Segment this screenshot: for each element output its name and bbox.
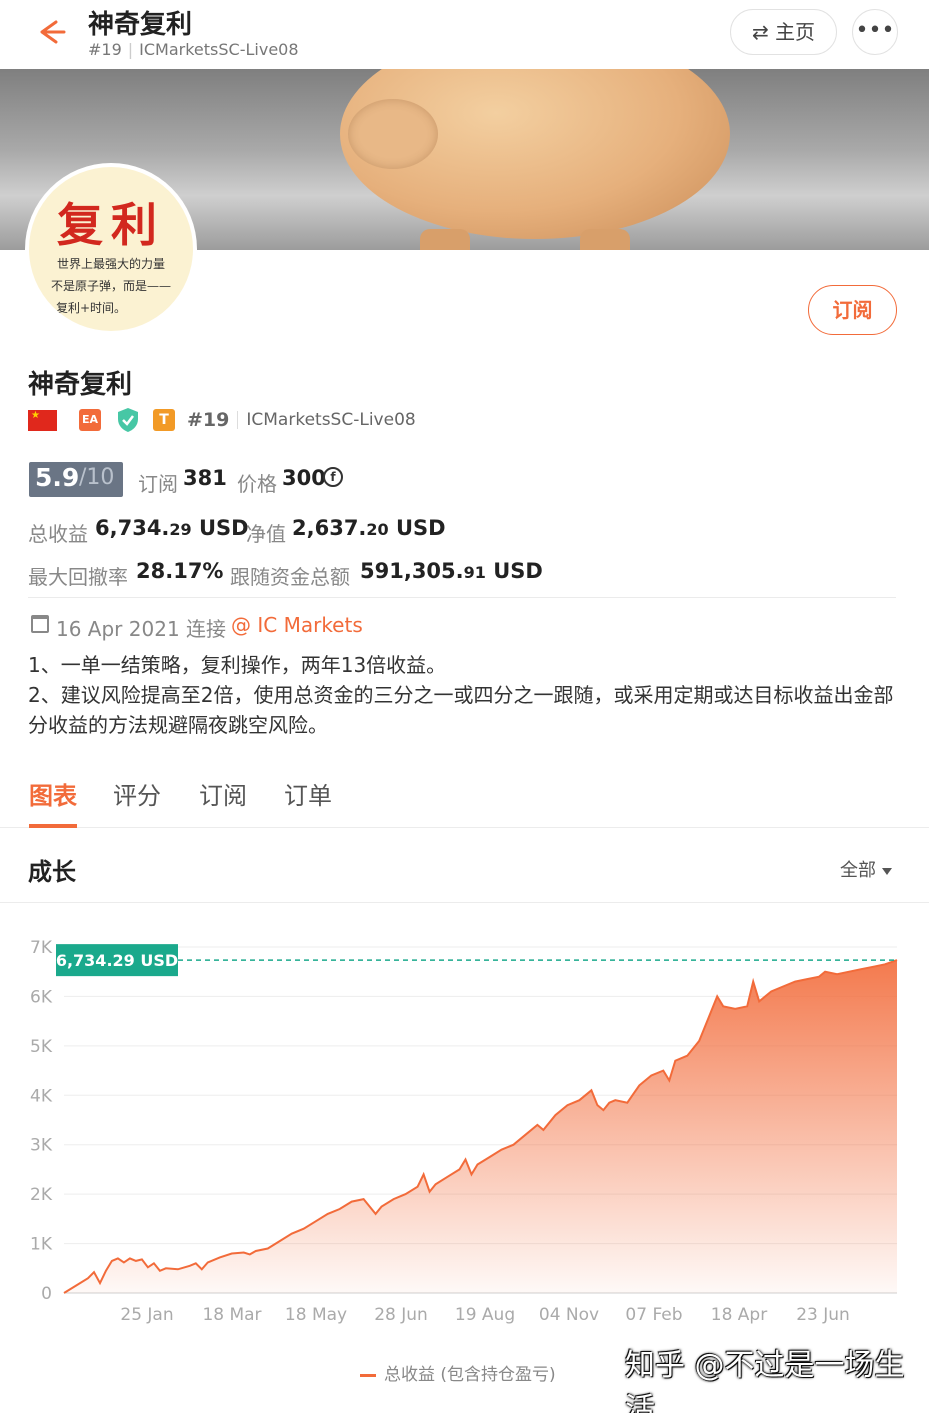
badges-row: ★ EA T #19 ICMarketsSC-Live08 xyxy=(28,406,416,434)
ea-badge: EA xyxy=(79,409,101,431)
subscribe-count-value: 381 xyxy=(183,466,227,490)
y-tick-label: 2K xyxy=(30,1185,53,1205)
follow-funds-value: 591,305.91 USD xyxy=(360,559,543,583)
signal-name: 神奇复利 xyxy=(28,370,133,400)
divider xyxy=(237,411,239,429)
series-area xyxy=(64,960,897,1293)
server-name: ICMarketsSC-Live08 xyxy=(246,410,416,430)
active-tab-indicator xyxy=(29,824,77,828)
back-arrow-icon[interactable] xyxy=(34,14,70,50)
total-profit-label: 总收益 xyxy=(28,522,88,546)
y-tick-label: 5K xyxy=(30,1037,53,1057)
page-title: 神奇复利 xyxy=(88,10,193,40)
rank-text: #19 xyxy=(88,40,122,59)
avatar-line: 世界上最强大的力量 xyxy=(56,257,165,271)
x-tick-label: 19 Aug xyxy=(455,1305,515,1325)
score-value: 5.9 xyxy=(35,463,80,492)
t-badge: T xyxy=(153,409,175,431)
tab-subscribe[interactable]: 订阅 xyxy=(199,776,247,811)
subscribe-count-label: 订阅 xyxy=(138,472,178,496)
more-options-button[interactable]: ••• xyxy=(852,9,898,55)
strategy-description: 1、一单一结策略，复利操作，两年13倍收益。 2、建议风险提高至2倍，使用总资金… xyxy=(28,650,903,740)
chart-legend: 总收益 (包含持仓盈亏) xyxy=(360,1360,556,1385)
more-icon: ••• xyxy=(855,18,895,43)
piggy-leg xyxy=(420,229,470,250)
home-button[interactable]: ⇄ 主页 xyxy=(730,9,837,55)
coin-icon: f xyxy=(323,467,343,487)
tab-chart[interactable]: 图表 xyxy=(29,776,77,811)
y-tick-label: 4K xyxy=(30,1086,53,1106)
tab-orders[interactable]: 订单 xyxy=(284,776,332,811)
price-label: 价格 xyxy=(237,472,277,496)
score-badge: 5.9 /10 xyxy=(29,462,123,497)
description-line: 2、建议风险提高至2倍，使用总资金的三分之一或四分之一跟随，或采用定期或达目标收… xyxy=(28,683,894,737)
max-drawdown-label: 最大回撤率 xyxy=(28,565,128,589)
x-tick-label: 18 May xyxy=(285,1305,347,1325)
y-tick-label: 0 xyxy=(41,1284,52,1304)
piggy-snout xyxy=(348,99,438,169)
total-profit-value: 6,734.29 USD xyxy=(95,516,249,540)
watermark: 知乎 @不过是一场生活 xyxy=(625,1348,905,1413)
equity-label: 净值 xyxy=(246,522,286,546)
top-bar: 神奇复利 #19 | ICMarketsSC-Live08 ⇄ 主页 ••• xyxy=(0,0,929,69)
avatar: 复利 世界上最强大的力量 不是原子弹，而是—— 复利+时间。 xyxy=(25,163,197,335)
x-tick-label: 28 Jun xyxy=(374,1305,428,1325)
home-button-label: 主页 xyxy=(775,20,816,44)
switch-icon: ⇄ xyxy=(751,20,769,44)
y-tick-label: 3K xyxy=(30,1136,53,1156)
follow-funds-label: 跟随资金总额 xyxy=(230,565,350,589)
x-tick-label: 07 Feb xyxy=(625,1305,682,1325)
x-tick-label: 18 Apr xyxy=(711,1305,767,1325)
subscribe-button[interactable]: 订阅 xyxy=(808,285,897,335)
caret-down-icon xyxy=(882,867,892,875)
broker-link[interactable]: @ IC Markets xyxy=(231,613,363,637)
max-drawdown-value: 28.17% xyxy=(136,559,224,583)
avatar-line: 不是原子弹，而是—— xyxy=(50,279,171,293)
growth-chart: 0 1K 2K 3K 4K 5K 6K 7K 25 Jan 18 Mar 18 May 28 Jun 1… xyxy=(30,938,898,1325)
divider xyxy=(0,902,929,903)
rank-badge: #19 xyxy=(187,409,230,431)
y-tick-label: 1K xyxy=(30,1235,53,1255)
x-tick-label: 18 Mar xyxy=(202,1305,261,1325)
legend-swatch xyxy=(360,1373,376,1377)
price-value: 300 xyxy=(282,466,326,490)
avatar-line: 复利+时间。 xyxy=(55,301,127,315)
x-tick-label: 25 Jan xyxy=(120,1305,173,1325)
y-tick-label: 7K xyxy=(30,938,53,958)
server-text: ICMarketsSC-Live08 xyxy=(139,40,299,59)
calendar-icon xyxy=(31,615,49,633)
equity-value: 2,637.20 USD xyxy=(292,516,446,540)
legend-label: 总收益 (包含持仓盈亏) xyxy=(384,1365,556,1385)
page-subtitle: #19 | ICMarketsSC-Live08 xyxy=(88,40,299,59)
description-line: 1、一单一结策略，复利操作，两年13倍收益。 xyxy=(28,653,447,677)
x-tick-label: 23 Jun xyxy=(796,1305,850,1325)
piggy-leg xyxy=(580,229,630,250)
score-max: /10 xyxy=(79,465,115,490)
range-dropdown-label: 全部 xyxy=(840,860,876,881)
connection-date: 16 Apr 2021 连接 xyxy=(56,617,227,641)
x-tick-label: 04 Nov xyxy=(539,1305,599,1325)
avatar-big-text: 复利 xyxy=(57,198,165,252)
y-tick-label: 6K xyxy=(30,987,53,1007)
growth-section-title: 成长 xyxy=(28,858,76,886)
tab-bar: 图表 评分 订阅 订单 xyxy=(0,770,929,828)
current-value-label: 6,734.29 USD xyxy=(56,951,178,970)
china-flag-icon: ★ xyxy=(28,409,57,431)
verified-shield-icon xyxy=(116,407,140,433)
range-dropdown[interactable]: 全部 xyxy=(840,856,892,882)
tab-rating[interactable]: 评分 xyxy=(113,776,161,811)
divider xyxy=(28,597,896,598)
